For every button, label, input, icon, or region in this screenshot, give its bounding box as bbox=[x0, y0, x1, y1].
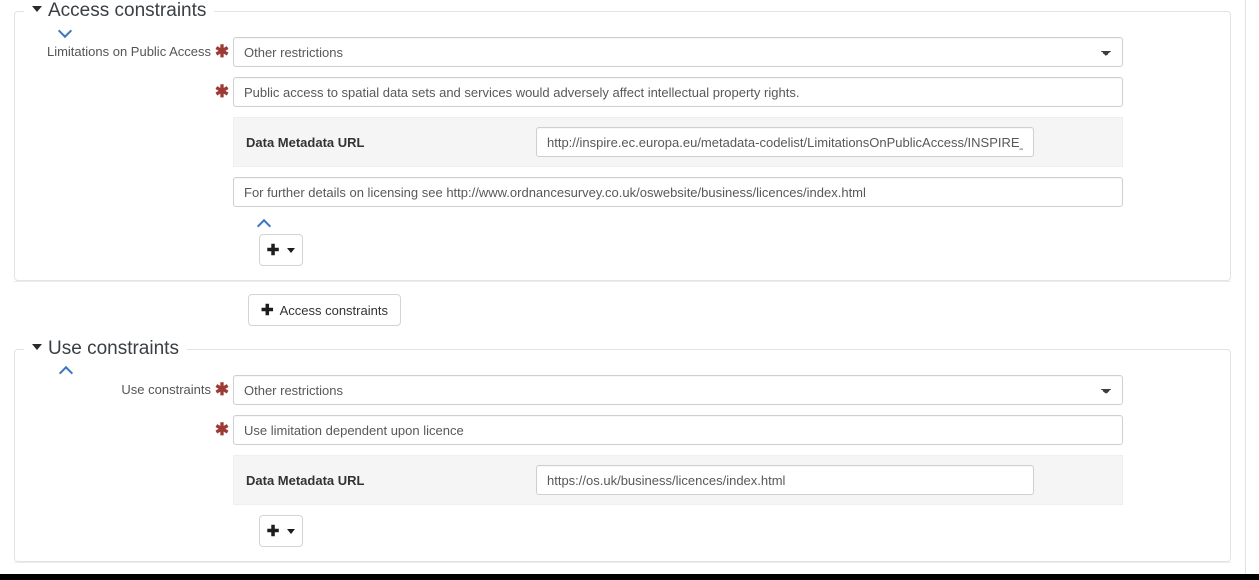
label-data-metadata-url: Data Metadata URL bbox=[246, 472, 365, 488]
fieldset-use-constraints: Use constraints ✱ Other restrictions ✱ U… bbox=[14, 349, 1231, 562]
add-use-constraint-split-button[interactable]: ✚ bbox=[259, 515, 303, 547]
plus-icon: ✚ bbox=[261, 301, 274, 319]
limitations-select-wrapper: Other restrictions bbox=[233, 37, 1123, 67]
section-access-constraints: Access constraints Limitations on Public… bbox=[14, 0, 1231, 338]
row-extra-licence-text bbox=[25, 177, 1220, 207]
chevron-down-icon[interactable] bbox=[58, 24, 74, 35]
required-asterisk: ✱ bbox=[214, 380, 230, 399]
add-access-constraint-split-button[interactable]: ✚ bbox=[259, 234, 303, 266]
footer-access-constraints: ✚ Access constraints bbox=[14, 281, 1231, 338]
use-constraints-select[interactable]: Other restrictions bbox=[233, 375, 1123, 405]
caret-down-icon bbox=[32, 6, 42, 13]
use-limitation-text-input[interactable] bbox=[233, 415, 1123, 445]
section-title-use: Use constraints bbox=[48, 338, 179, 359]
row-limitation-text: ✱ bbox=[25, 77, 1220, 107]
chevron-up-icon[interactable] bbox=[257, 217, 273, 228]
row-limitations-on-public-access: Limitations on Public Access ✱ Other res… bbox=[25, 37, 1220, 67]
fieldset-access-constraints: Limitations on Public Access ✱ Other res… bbox=[14, 11, 1231, 281]
label-use-constraints: Use constraints bbox=[121, 382, 211, 397]
data-metadata-url-panel-access: Data Metadata URL bbox=[233, 117, 1123, 167]
licence-details-input[interactable] bbox=[233, 177, 1123, 207]
footer-use-constraints: ✚ Add use contraints bbox=[14, 562, 1231, 574]
limitation-text-input[interactable] bbox=[233, 77, 1123, 107]
data-metadata-url-input[interactable] bbox=[536, 127, 1034, 157]
caret-down-icon bbox=[32, 344, 42, 351]
add-access-constraints-label: Access constraints bbox=[279, 302, 388, 318]
section-use-constraints: Use constraints Use constraints ✱ Other … bbox=[14, 338, 1231, 574]
label-data-metadata-url: Data Metadata URL bbox=[246, 134, 365, 150]
section-header-access-constraints[interactable]: Access constraints bbox=[24, 0, 215, 22]
limitation-text-wrapper bbox=[233, 77, 1123, 107]
extra-text-wrapper bbox=[233, 177, 1123, 207]
right-scroll-rail[interactable] bbox=[1245, 0, 1259, 580]
plus-icon: ✚ bbox=[266, 522, 280, 540]
scroll-content: Access constraints Limitations on Public… bbox=[0, 0, 1245, 574]
data-metadata-url-input[interactable] bbox=[536, 465, 1034, 495]
caret-down-icon bbox=[287, 247, 296, 253]
plus-icon: ✚ bbox=[266, 241, 280, 259]
chevron-up-icon[interactable] bbox=[59, 364, 75, 375]
section-title-access: Access constraints bbox=[48, 0, 207, 21]
data-metadata-url-panel-use: Data Metadata URL bbox=[233, 455, 1123, 505]
row-use-constraints: Use constraints ✱ Other restrictions bbox=[25, 375, 1220, 405]
use-limitation-text-wrapper bbox=[233, 415, 1123, 445]
bottom-edge-band bbox=[0, 574, 1259, 580]
limitations-on-public-access-select[interactable]: Other restrictions bbox=[233, 37, 1123, 67]
required-asterisk: ✱ bbox=[214, 82, 230, 101]
use-constraints-select-wrapper: Other restrictions bbox=[233, 375, 1123, 405]
editor-page: Access constraints Limitations on Public… bbox=[0, 0, 1259, 580]
required-asterisk: ✱ bbox=[214, 420, 230, 439]
add-access-constraints-button[interactable]: ✚ Access constraints bbox=[248, 294, 401, 326]
row-use-limitation-text: ✱ bbox=[25, 415, 1220, 445]
label-limitations-on-public-access: Limitations on Public Access bbox=[46, 44, 211, 59]
caret-down-icon bbox=[287, 528, 296, 534]
section-header-use-constraints[interactable]: Use constraints bbox=[24, 338, 187, 360]
required-asterisk: ✱ bbox=[214, 42, 230, 61]
